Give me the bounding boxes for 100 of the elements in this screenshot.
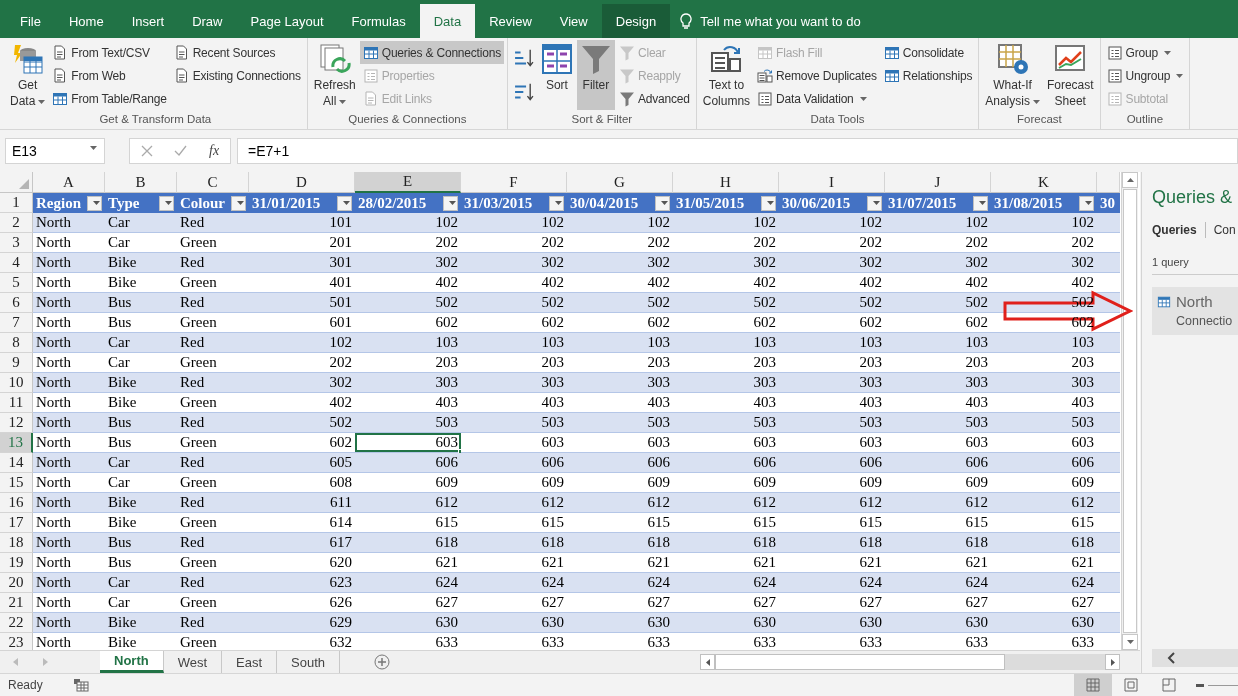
row-number[interactable]: 13 (0, 433, 33, 453)
row-number[interactable]: 4 (0, 253, 33, 273)
query-item[interactable]: North Connectio (1152, 287, 1238, 335)
ribbon-tab[interactable]: Home (54, 4, 118, 38)
column-header[interactable]: J (885, 172, 991, 193)
sheet-tab[interactable]: West (163, 651, 223, 673)
pane-scrollbar[interactable] (1152, 649, 1238, 667)
filter-button[interactable] (655, 195, 670, 211)
row-number[interactable]: 9 (0, 353, 33, 373)
row-number[interactable]: 19 (0, 553, 33, 573)
ribbon-button[interactable]: Consolidate (880, 41, 976, 64)
ribbon-button[interactable]: Data Validation (754, 87, 880, 110)
ribbon-button[interactable]: What-If Analysis (982, 40, 1043, 110)
ribbon-button[interactable]: Recent Sources (170, 41, 304, 64)
ribbon-tab[interactable]: Formulas (337, 4, 420, 38)
row-number[interactable]: 1 (0, 193, 33, 213)
row-number[interactable]: 12 (0, 413, 33, 433)
formula-field[interactable]: =E7+1 (237, 137, 1238, 164)
filter-button[interactable] (443, 195, 458, 211)
column-header[interactable]: K (991, 172, 1097, 193)
row-number[interactable]: 18 (0, 533, 33, 553)
filter-button[interactable] (159, 195, 174, 211)
row-number[interactable]: 10 (0, 373, 33, 393)
ribbon-button[interactable]: Group (1103, 41, 1187, 64)
row-number[interactable]: 5 (0, 273, 33, 293)
ribbon-button[interactable]: From Text/CSV (49, 41, 170, 64)
row-number[interactable]: 15 (0, 473, 33, 493)
macro-recording-icon[interactable] (72, 678, 89, 692)
filter-button[interactable] (337, 195, 352, 211)
ribbon-button[interactable]: Text to Columns (699, 40, 754, 110)
column-header[interactable]: F (461, 172, 567, 193)
column-header[interactable]: G (567, 172, 673, 193)
pane-tab[interactable]: Con (1213, 223, 1236, 237)
row-number[interactable]: 8 (0, 333, 33, 353)
filter-button[interactable] (973, 195, 988, 211)
filter-button[interactable] (1079, 195, 1094, 211)
horizontal-scrollbar[interactable] (700, 651, 1120, 673)
column-header[interactable]: A (33, 172, 105, 193)
row-number[interactable]: 6 (0, 293, 33, 313)
row-number[interactable]: 20 (0, 573, 33, 593)
ribbon-tab[interactable]: Insert (117, 4, 179, 38)
filter-button[interactable] (867, 195, 882, 211)
ribbon-tab[interactable]: Draw (178, 4, 237, 38)
filter-button[interactable] (549, 195, 564, 211)
insert-function-button[interactable]: fx (209, 142, 220, 159)
caret-icon (448, 201, 456, 205)
column-header[interactable]: H (673, 172, 779, 193)
ribbon-tab[interactable]: View (545, 4, 602, 38)
row-number[interactable]: 16 (0, 493, 33, 513)
ribbon-button[interactable]: Refresh All (310, 40, 359, 110)
zoom-slider-track[interactable] (1208, 683, 1238, 687)
row-number[interactable]: 2 (0, 213, 33, 233)
filter-button[interactable] (231, 195, 246, 211)
row-number[interactable]: 14 (0, 453, 33, 473)
ribbon-button[interactable]: Forecast Sheet (1043, 40, 1097, 110)
row-number[interactable]: 7 (0, 313, 33, 333)
filter-button[interactable] (761, 195, 776, 211)
sheet-tab[interactable]: North (100, 651, 164, 673)
filter-button[interactable] (87, 195, 102, 211)
row-number[interactable]: 21 (0, 593, 33, 613)
column-header[interactable]: C (177, 172, 249, 193)
ribbon-button[interactable]: Filter (576, 40, 615, 110)
column-header[interactable]: E (355, 172, 461, 193)
scroll-down-button[interactable] (1122, 634, 1138, 650)
table-cell: Bike (105, 493, 177, 513)
ribbon-button[interactable]: Get Data (7, 40, 49, 110)
ribbon-button[interactable]: Existing Connections (170, 64, 304, 87)
pane-tab[interactable]: Queries (1152, 223, 1197, 237)
tell-me-field[interactable]: Tell me what you want to do (698, 12, 909, 30)
row-number[interactable]: 17 (0, 513, 33, 533)
ribbon-tab[interactable]: File (6, 4, 55, 38)
ribbon-tab[interactable]: Design (601, 4, 671, 38)
ribbon-button[interactable]: Ungroup (1103, 64, 1187, 87)
scroll-up-button[interactable] (1122, 172, 1138, 188)
checkmark-icon[interactable] (174, 145, 188, 156)
ribbon-tab[interactable]: Page Layout (236, 4, 338, 38)
row-number[interactable]: 23 (0, 633, 33, 650)
column-header[interactable]: I (779, 172, 885, 193)
column-header[interactable]: B (105, 172, 177, 193)
ribbon-button[interactable]: Queries & Connections (359, 41, 504, 64)
zoom-out-icon[interactable] (1196, 683, 1204, 687)
sheet-tab[interactable]: East (222, 651, 278, 673)
row-number[interactable]: 11 (0, 393, 33, 413)
ribbon-button[interactable]: From Web (49, 64, 170, 87)
ribbon-button[interactable]: From Table/Range (49, 87, 170, 110)
ribbon-tab[interactable]: Review (475, 4, 546, 38)
ribbon-button[interactable]: Remove Duplicates (754, 64, 880, 87)
ribbon-button[interactable]: Relationships (880, 64, 976, 87)
vertical-scrollbar[interactable] (1121, 172, 1138, 650)
scroll-left-button[interactable] (700, 654, 715, 670)
row-number[interactable]: 3 (0, 233, 33, 253)
name-box[interactable]: E13 (5, 137, 105, 164)
column-header[interactable]: D (249, 172, 355, 193)
row-number[interactable]: 22 (0, 613, 33, 633)
ribbon-button[interactable]: Sort (537, 40, 576, 110)
ribbon-tab[interactable]: Data (419, 4, 476, 38)
scroll-right-button[interactable] (1105, 654, 1120, 670)
sheet-tab[interactable]: South (277, 651, 341, 673)
ribbon-button[interactable]: Advanced (615, 87, 693, 110)
table-cell: 612 (567, 493, 673, 513)
